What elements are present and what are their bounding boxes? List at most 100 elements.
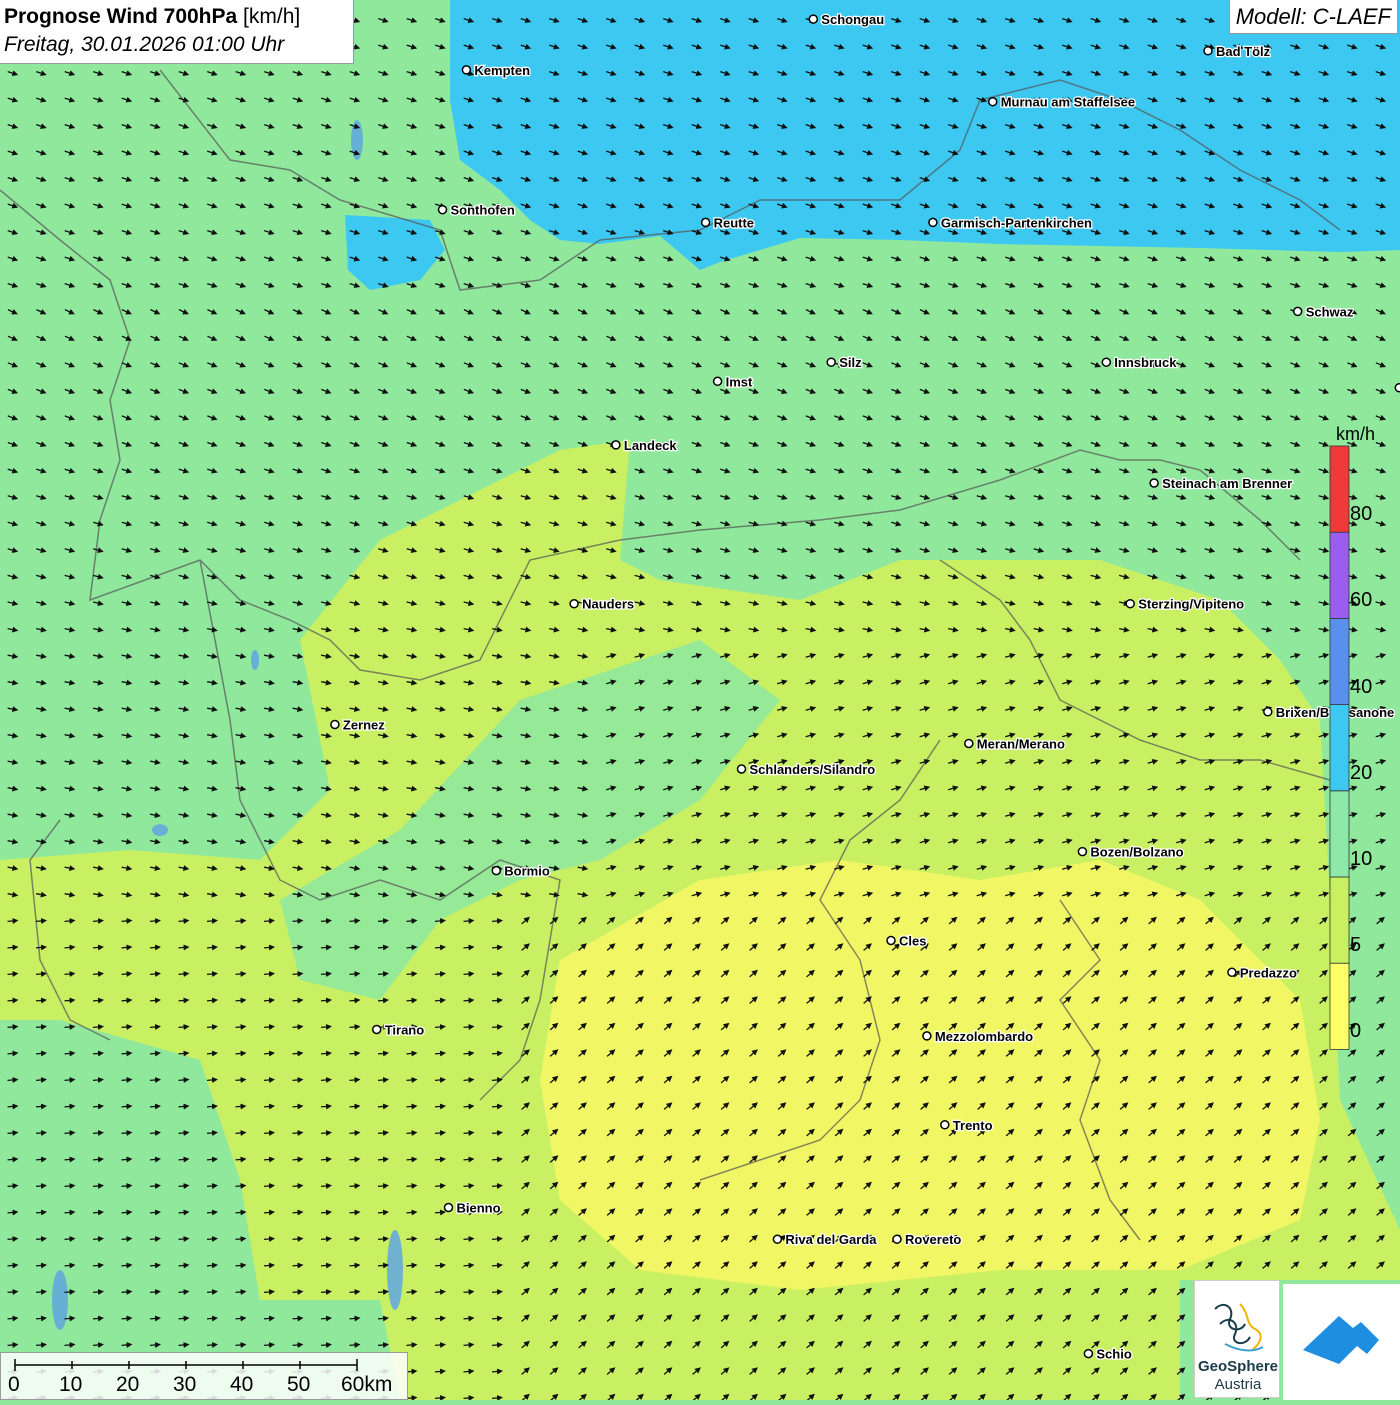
- legend-value: 40: [1350, 677, 1372, 697]
- wind-arrow: [65, 1027, 74, 1028]
- wind-arrow: [179, 1345, 188, 1346]
- wind-arrow: [321, 974, 330, 975]
- wind-arrow: [407, 1000, 416, 1001]
- scale-tick: 20: [116, 1373, 139, 1397]
- wind-arrow: [464, 1265, 473, 1266]
- city-dot: [1102, 358, 1110, 366]
- wind-arrow: [36, 1186, 45, 1187]
- wind-arrow: [150, 1053, 159, 1054]
- wind-arrow: [464, 1159, 473, 1160]
- city-label: Trento: [953, 1118, 993, 1133]
- city-dot: [1084, 1350, 1092, 1358]
- wind-arrow: [207, 1000, 216, 1001]
- city-dot: [439, 206, 447, 214]
- wind-arrow: [236, 1027, 245, 1028]
- wind-arrow: [65, 1186, 74, 1187]
- geosphere-subname: Austria: [1195, 1377, 1281, 1393]
- wind-arrow: [321, 1053, 330, 1054]
- wind-arrow: [321, 1292, 330, 1293]
- wind-arrow: [36, 1080, 45, 1081]
- wind-arrow: [350, 1053, 359, 1054]
- wind-arrow: [264, 1186, 273, 1187]
- wind-arrow: [321, 1265, 330, 1266]
- wind-arrow: [407, 974, 416, 975]
- wind-arrow: [464, 1292, 473, 1293]
- city-dot: [929, 218, 937, 226]
- geosphere-logo[interactable]: GeoSphere Austria: [1194, 1280, 1280, 1398]
- wind-arrow: [492, 1159, 501, 1160]
- wind-arrow: [122, 1186, 131, 1187]
- wind-map[interactable]: SchongauBad TölzKemptenMurnau am Staffel…: [0, 0, 1400, 1400]
- wind-arrow: [8, 947, 17, 948]
- wind-arrow: [122, 1318, 131, 1319]
- wind-arrow: [435, 947, 444, 948]
- field-yellow-south: [540, 860, 1320, 1290]
- wind-arrow: [36, 1053, 45, 1054]
- city-label: Kempten: [474, 63, 530, 78]
- wind-arrow: [492, 1133, 501, 1134]
- wind-arrow: [122, 1212, 131, 1213]
- wind-arrow: [350, 1159, 359, 1160]
- city-label: Landeck: [624, 438, 678, 453]
- wind-arrow: [464, 1318, 473, 1319]
- wind-arrow: [122, 921, 131, 922]
- wind-arrow: [236, 1345, 245, 1346]
- wind-arrow: [207, 1133, 216, 1134]
- wind-arrow: [492, 1345, 501, 1346]
- wind-arrow: [207, 1265, 216, 1266]
- wind-arrow: [464, 921, 473, 922]
- wind-arrow: [150, 1186, 159, 1187]
- city-label: Innsbruck: [1114, 355, 1177, 370]
- wind-arrow: [179, 1318, 188, 1319]
- wind-arrow: [36, 1212, 45, 1213]
- wind-arrow: [293, 947, 302, 948]
- wind-arrow: [236, 1159, 245, 1160]
- warning-app-logo[interactable]: [1283, 1284, 1400, 1400]
- city-label: Schongau: [821, 12, 884, 27]
- wind-arrow: [93, 1080, 102, 1081]
- wind-arrow: [378, 1212, 387, 1213]
- wind-arrow: [264, 947, 273, 948]
- wind-arrow: [293, 1053, 302, 1054]
- wind-arrow: [236, 974, 245, 975]
- wind-arrow: [350, 1292, 359, 1293]
- legend-value: 5: [1350, 935, 1361, 955]
- wind-arrow: [207, 1345, 216, 1346]
- city-label: Predazzo: [1240, 965, 1297, 980]
- wind-arrow: [122, 974, 131, 975]
- city-label: Cles: [899, 934, 926, 949]
- wind-arrow: [435, 1053, 444, 1054]
- title-box: Prognose Wind 700hPa [km/h] Freitag, 30.…: [0, 0, 354, 64]
- wind-arrow: [435, 1212, 444, 1213]
- geosphere-name: GeoSphere: [1195, 1359, 1281, 1375]
- wind-arrow: [293, 974, 302, 975]
- wind-arrow: [150, 1000, 159, 1001]
- wind-arrow: [407, 1212, 416, 1213]
- legend-swatch: [1330, 532, 1349, 618]
- wind-arrow: [207, 1027, 216, 1028]
- wind-arrow: [407, 1053, 416, 1054]
- city-label: Murnau am Staffelsee: [1001, 95, 1135, 110]
- wind-arrow: [350, 1000, 359, 1001]
- wind-arrow: [264, 1212, 273, 1213]
- wind-arrow: [207, 947, 216, 948]
- wind-arrow: [8, 1106, 17, 1107]
- wind-arrow: [321, 1186, 330, 1187]
- wind-arrow: [378, 1159, 387, 1160]
- city-dot: [702, 218, 710, 226]
- wind-arrow: [8, 921, 17, 922]
- wind-arrow: [36, 1106, 45, 1107]
- wind-arrow: [236, 1265, 245, 1266]
- scale-tick: 60km: [341, 1373, 392, 1397]
- wind-arrow: [150, 921, 159, 922]
- legend-value: 0: [1350, 1021, 1361, 1041]
- wind-arrow: [407, 1186, 416, 1187]
- wind-arrow: [65, 947, 74, 948]
- wind-arrow: [350, 1133, 359, 1134]
- wind-arrow: [93, 1212, 102, 1213]
- wind-arrow: [236, 1080, 245, 1081]
- wind-arrow: [207, 1186, 216, 1187]
- wind-arrow: [293, 1133, 302, 1134]
- wind-arrow: [65, 1292, 74, 1293]
- wind-arrow: [179, 1159, 188, 1160]
